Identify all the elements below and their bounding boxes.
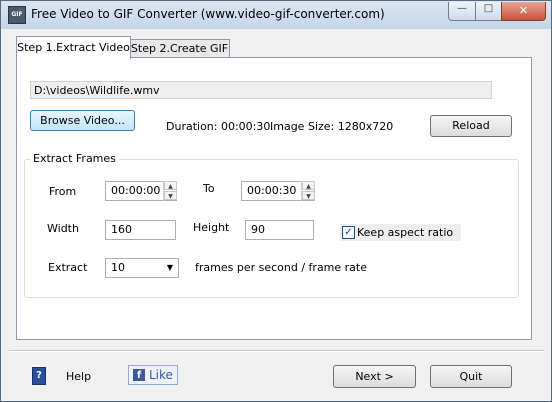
spin-up-icon[interactable]: ▲ xyxy=(164,181,177,190)
duration-label: Duration: 00:00:30 xyxy=(166,120,271,133)
help-link[interactable]: Help xyxy=(66,370,91,383)
minimize-icon: — xyxy=(457,3,467,14)
browse-video-button[interactable]: Browse Video... xyxy=(30,110,135,131)
help-icon[interactable]: ? xyxy=(32,367,46,385)
from-label: From xyxy=(49,185,77,198)
height-value: 90 xyxy=(251,223,265,236)
window-title: Free Video to GIF Converter (www.video-g… xyxy=(31,7,385,21)
maximize-button[interactable]: □ xyxy=(475,2,502,21)
facebook-icon: f xyxy=(133,369,145,381)
fps-value: 10 xyxy=(111,261,125,274)
from-time-value: 00:00:00 xyxy=(111,184,161,197)
maximize-icon: □ xyxy=(483,3,494,14)
height-input[interactable]: 90 xyxy=(245,220,314,240)
dropdown-arrow-icon[interactable]: ▼ xyxy=(162,258,178,278)
width-label: Width xyxy=(47,222,79,235)
footer-divider xyxy=(9,350,544,352)
height-label: Height xyxy=(193,221,230,234)
minimize-button[interactable]: — xyxy=(448,2,476,21)
from-time-spinner[interactable]: ▲ ▼ xyxy=(163,181,177,201)
keep-aspect-ratio-label: Keep aspect ratio xyxy=(357,226,454,239)
to-time-spinner[interactable]: ▲ ▼ xyxy=(301,181,315,201)
close-icon: ✕ xyxy=(518,4,529,17)
next-button[interactable]: Next > xyxy=(333,365,416,388)
app-icon: GIF xyxy=(8,6,26,24)
quit-button[interactable]: Quit xyxy=(430,365,512,388)
video-path-field: D:\videos\Wildlife.wmv xyxy=(30,81,492,99)
tab-create-gif[interactable]: Step 2.Create GIF xyxy=(129,39,230,58)
like-label: Like xyxy=(149,368,173,382)
tab-extract-video[interactable]: Step 1.Extract Video xyxy=(16,36,131,59)
spin-down-icon[interactable]: ▼ xyxy=(302,191,315,200)
keep-aspect-ratio-checkbox[interactable]: ✓ xyxy=(342,226,355,239)
to-time-value: 00:00:30 xyxy=(247,184,297,197)
close-button[interactable]: ✕ xyxy=(501,2,546,21)
checkmark-icon: ✓ xyxy=(344,227,353,238)
width-value: 160 xyxy=(111,223,132,236)
title-bar[interactable]: GIF Free Video to GIF Converter (www.vid… xyxy=(1,1,551,29)
width-input[interactable]: 160 xyxy=(105,220,176,240)
spin-down-icon[interactable]: ▼ xyxy=(164,191,177,200)
reload-button[interactable]: Reload xyxy=(430,115,512,137)
image-size-label: Image Size: 1280x720 xyxy=(270,120,394,133)
app-window: GIF Free Video to GIF Converter (www.vid… xyxy=(0,0,552,402)
fps-suffix-label: frames per second / frame rate xyxy=(195,261,368,274)
extract-frames-title: Extract Frames xyxy=(30,152,119,165)
facebook-like-button[interactable]: f Like xyxy=(128,365,178,385)
to-label: To xyxy=(203,182,215,195)
spin-up-icon[interactable]: ▲ xyxy=(302,181,315,190)
extract-label: Extract xyxy=(48,261,88,274)
